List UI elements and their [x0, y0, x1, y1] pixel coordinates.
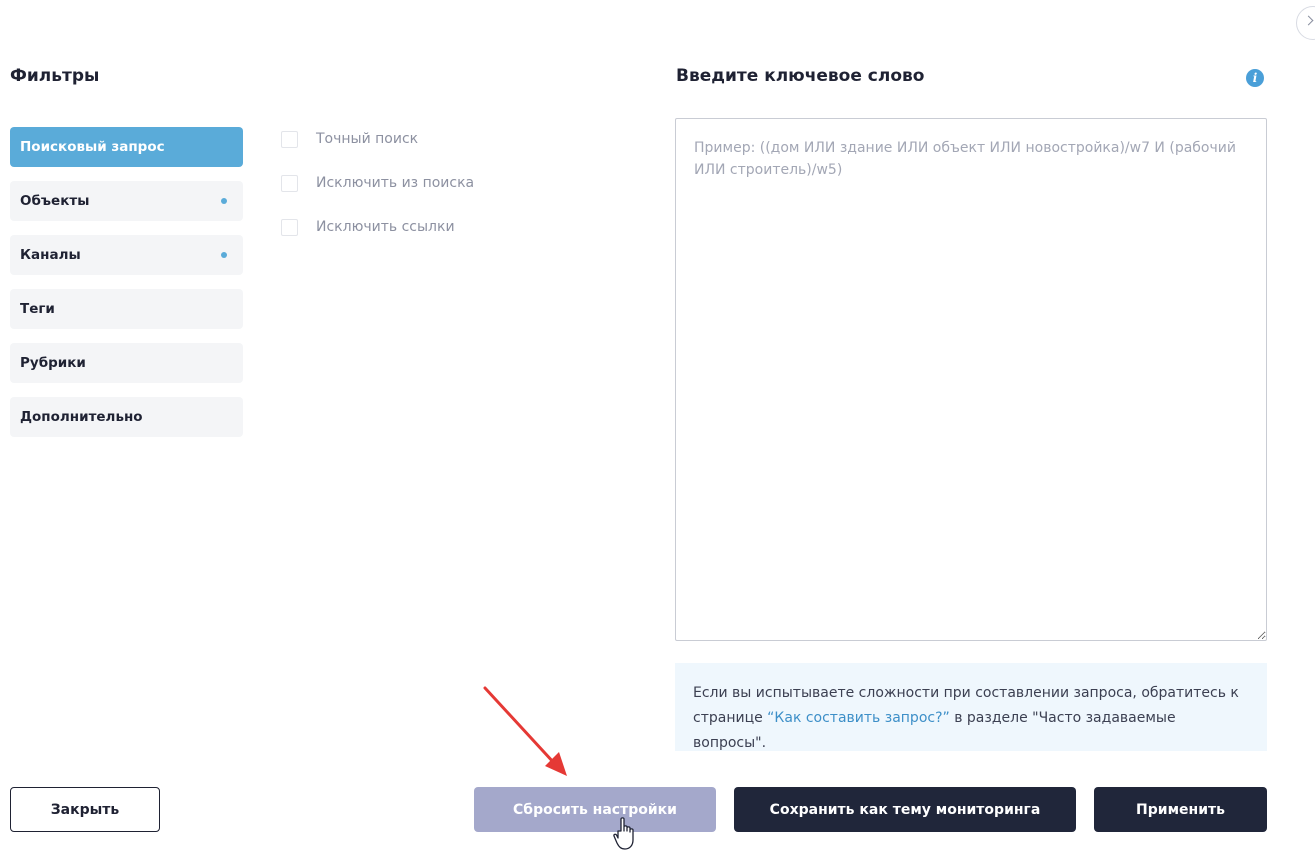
filter-tab-label: Дополнительно: [20, 409, 143, 425]
filters-nav: Поисковый запрос Объекты Каналы Теги Руб…: [10, 127, 243, 451]
search-options: Точный поиск Исключить из поиска Исключи…: [281, 128, 474, 260]
filters-title: Фильтры: [10, 66, 100, 86]
filter-tab-additional[interactable]: Дополнительно: [10, 397, 243, 437]
exact-search-checkbox[interactable]: [281, 130, 298, 148]
checkbox-label: Исключить из поиска: [316, 175, 475, 191]
exclude-links-option[interactable]: Исключить ссылки: [281, 216, 474, 238]
active-filter-dot-icon: [221, 198, 227, 204]
apply-button[interactable]: Применить: [1094, 787, 1267, 832]
filter-tab-label: Каналы: [20, 247, 81, 263]
help-notice: Если вы испытываете сложности при состав…: [675, 663, 1267, 751]
exclude-links-checkbox[interactable]: [281, 218, 298, 236]
annotation-arrow-icon: [483, 686, 567, 776]
exclude-from-search-option[interactable]: Исключить из поиска: [281, 172, 474, 194]
filter-tab-label: Поисковый запрос: [20, 139, 165, 155]
filter-tab-channels[interactable]: Каналы: [10, 235, 243, 275]
collapse-icon[interactable]: [1296, 6, 1315, 40]
close-button[interactable]: Закрыть: [10, 787, 160, 832]
filter-tab-label: Рубрики: [20, 355, 86, 371]
active-filter-dot-icon: [221, 252, 227, 258]
keyword-title: Введите ключевое слово: [676, 66, 925, 86]
exact-search-option[interactable]: Точный поиск: [281, 128, 474, 150]
reset-settings-button[interactable]: Сбросить настройки: [474, 787, 716, 832]
filter-tab-label: Объекты: [20, 193, 90, 209]
filter-tab-search-query[interactable]: Поисковый запрос: [10, 127, 243, 167]
checkbox-label: Точный поиск: [316, 131, 419, 147]
filter-tab-rubrics[interactable]: Рубрики: [10, 343, 243, 383]
save-as-monitoring-topic-button[interactable]: Сохранить как тему мониторинга: [734, 787, 1076, 832]
checkbox-label: Исключить ссылки: [316, 219, 455, 235]
info-icon[interactable]: i: [1246, 69, 1264, 87]
filter-tab-label: Теги: [20, 301, 55, 317]
filter-tab-objects[interactable]: Объекты: [10, 181, 243, 221]
hand-cursor-icon: [613, 817, 634, 850]
filter-tab-tags[interactable]: Теги: [10, 289, 243, 329]
exclude-from-search-checkbox[interactable]: [281, 174, 298, 192]
how-to-write-query-link[interactable]: “Как составить запрос?”: [767, 710, 950, 726]
search-query-textarea[interactable]: [675, 118, 1267, 641]
